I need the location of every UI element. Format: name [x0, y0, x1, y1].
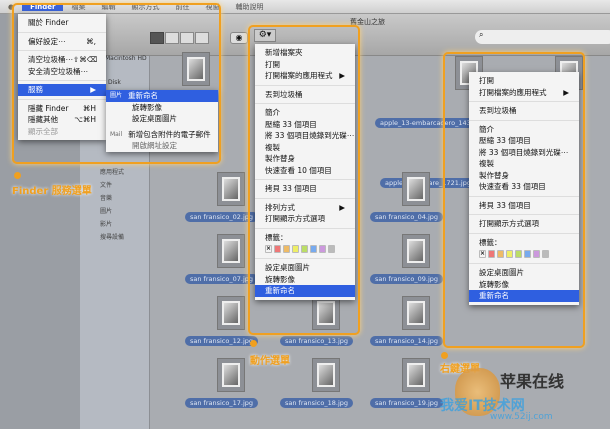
- file-name-label[interactable]: san fransico_18.jpg: [280, 398, 354, 408]
- image-preview: [407, 239, 425, 263]
- file-name-label[interactable]: san fransico_17.jpg: [185, 398, 259, 408]
- image-preview: [317, 363, 335, 387]
- file-thumbnail[interactable]: [402, 358, 430, 392]
- image-preview: [407, 301, 425, 325]
- callout-box-action: [248, 25, 360, 335]
- callout-finder-label: Finder 服務選單: [12, 186, 92, 197]
- image-preview: [407, 363, 425, 387]
- menu-help[interactable]: 輔助說明: [227, 2, 271, 12]
- file-name-label[interactable]: san fransico_13.jpg: [280, 336, 354, 346]
- file-thumbnail[interactable]: [402, 296, 430, 330]
- image-preview: [222, 363, 240, 387]
- image-preview: [222, 177, 240, 201]
- file-thumbnail[interactable]: [402, 234, 430, 268]
- file-name-label[interactable]: san fransico_04.jpg: [370, 212, 444, 222]
- file-thumbnail[interactable]: [402, 172, 430, 206]
- callout-box-finder: [12, 3, 221, 164]
- watermark-url: www.52ij.com: [490, 412, 553, 422]
- sidebar-item[interactable]: 搜尋設備: [80, 231, 149, 244]
- sidebar-item[interactable]: 影片: [80, 218, 149, 231]
- sidebar-item[interactable]: 圖片: [80, 205, 149, 218]
- search-input[interactable]: ⌕: [475, 30, 610, 44]
- file-thumbnail[interactable]: [217, 358, 245, 392]
- sidebar-item[interactable]: 應用程式: [80, 166, 149, 179]
- file-name-label[interactable]: san fransico_12.jpg: [185, 336, 259, 346]
- file-thumbnail[interactable]: [312, 358, 340, 392]
- callout-dot: [250, 340, 257, 347]
- callout-action-label: 動作選單: [250, 356, 290, 367]
- file-thumbnail[interactable]: [217, 172, 245, 206]
- image-preview: [407, 177, 425, 201]
- file-name-label[interactable]: san fransico_14.jpg: [370, 336, 444, 346]
- image-preview: [222, 301, 240, 325]
- file-name-label[interactable]: san fransico_19.jpg: [370, 398, 444, 408]
- image-preview: [222, 239, 240, 263]
- eye-icon[interactable]: ◉: [230, 32, 248, 44]
- callout-box-context: [443, 52, 585, 348]
- file-name-label[interactable]: san fransico_09.jpg: [370, 274, 444, 284]
- file-thumbnail[interactable]: [217, 296, 245, 330]
- file-thumbnail[interactable]: [217, 234, 245, 268]
- watermark-title: 苹果在线: [500, 372, 565, 391]
- callout-dot: [14, 172, 21, 179]
- callout-dot: [441, 352, 448, 359]
